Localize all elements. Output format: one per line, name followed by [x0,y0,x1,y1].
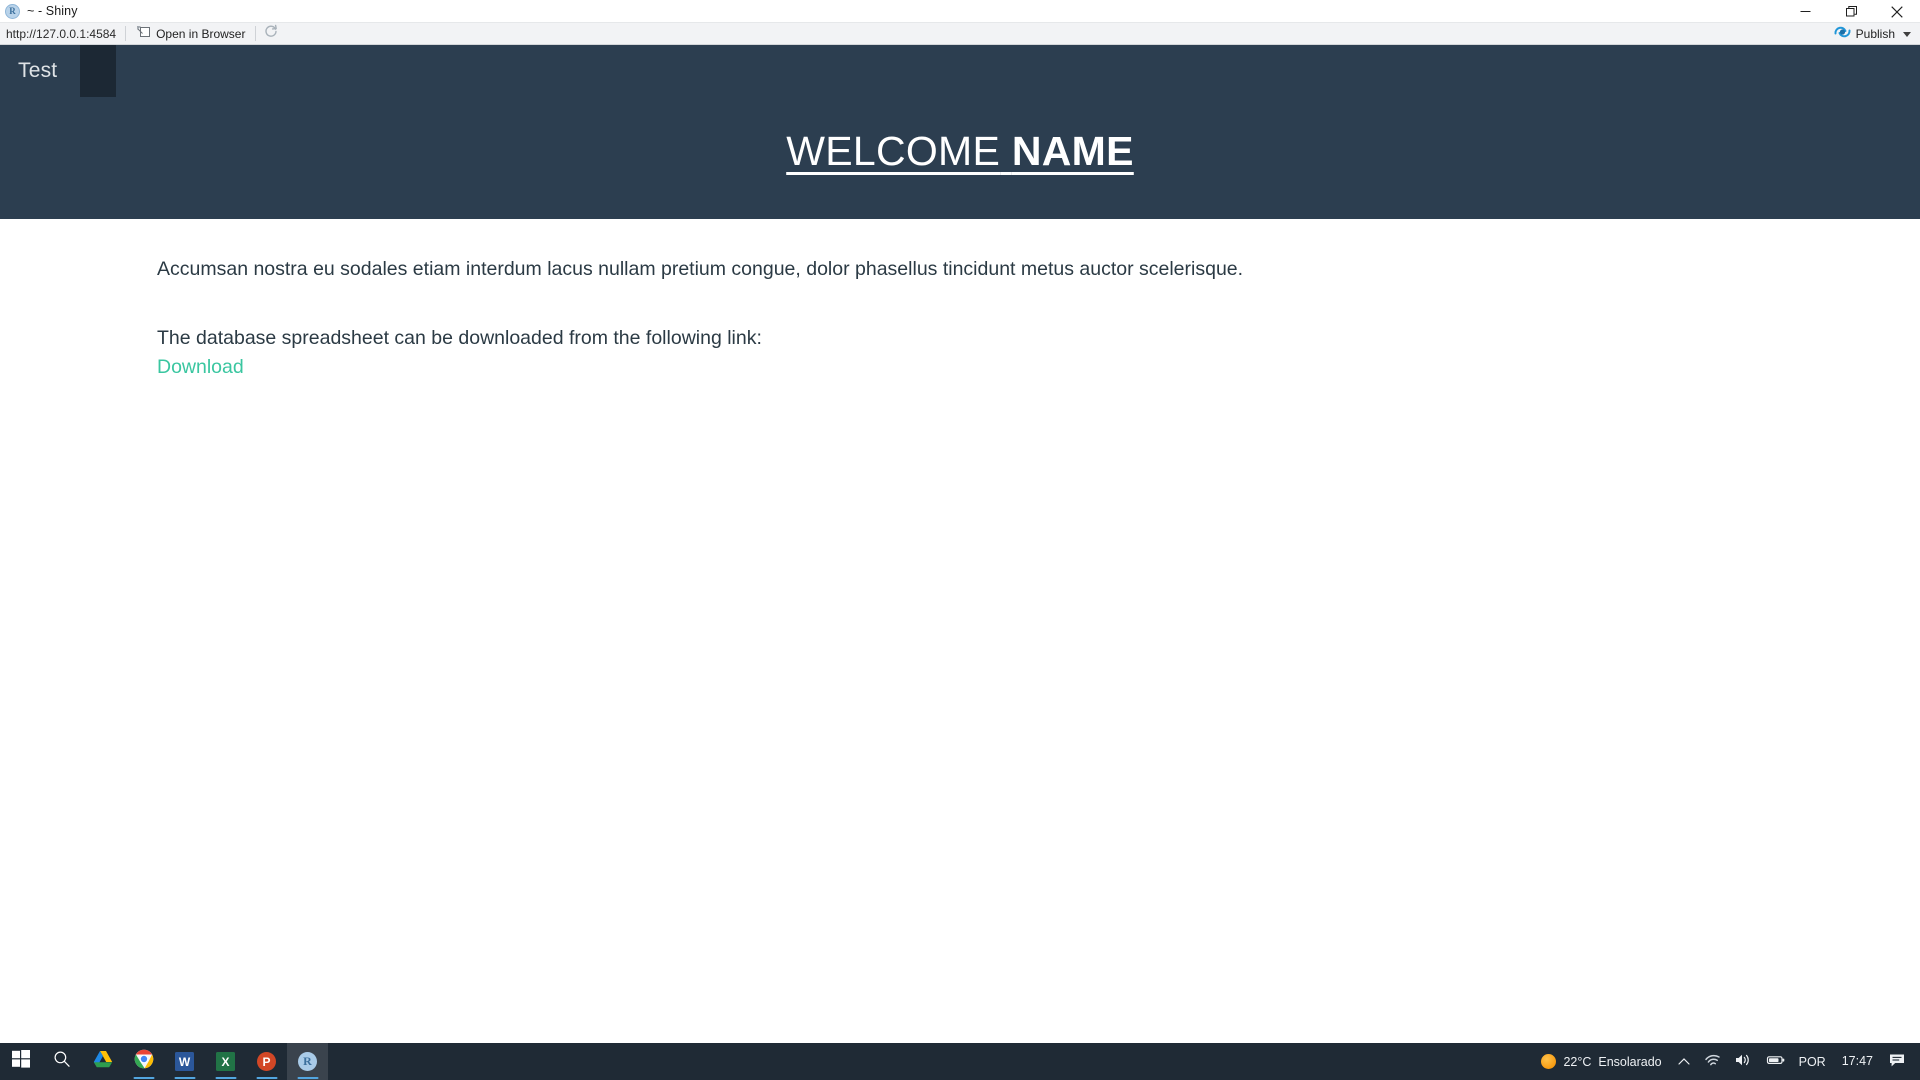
tray-overflow-button[interactable] [1671,1043,1697,1080]
battery-button[interactable] [1759,1043,1792,1080]
external-window-icon [136,25,151,43]
volume-button[interactable] [1728,1043,1759,1080]
search-icon [53,1050,71,1073]
running-indicator [133,1076,154,1079]
taskbar-item-microsoft-powerpoint[interactable]: P [246,1043,287,1080]
windows-taskbar: W X P R 22°C Ensolarado POR 17:47 [0,1043,1920,1080]
google-drive-icon [93,1050,113,1073]
running-indicator [256,1076,277,1079]
network-button[interactable] [1697,1043,1728,1080]
open-in-browser-button[interactable]: Open in Browser [126,23,255,45]
refresh-icon [264,24,278,43]
window-controls [1782,0,1920,23]
notification-icon [1889,1053,1905,1071]
refresh-button[interactable] [256,23,286,45]
close-button[interactable] [1874,0,1920,23]
chevron-down-icon[interactable] [1903,31,1911,37]
running-indicator [174,1076,195,1079]
download-prompt: The database spreadsheet can be download… [157,327,762,350]
sun-icon [1541,1054,1557,1069]
taskbar-item-microsoft-excel[interactable]: X [205,1043,246,1080]
publish-label: Publish [1855,27,1895,41]
shiny-app-page: Test WELCOME NAME Accumsan nostra eu sod… [0,45,1920,1080]
search-button[interactable] [41,1043,82,1080]
taskbar-item-microsoft-word[interactable]: W [164,1043,205,1080]
system-tray: 22°C Ensolarado POR 17:47 [1534,1043,1920,1080]
taskbar-item-rstudio[interactable]: R [287,1043,328,1080]
speaker-icon [1735,1053,1752,1070]
taskbar-item-google-drive[interactable] [82,1043,123,1080]
publish-icon [1834,25,1851,44]
chrome-icon [134,1049,154,1074]
chevron-up-icon [1678,1055,1690,1069]
clock[interactable]: 17:47 [1833,1043,1882,1080]
main-content: Accumsan nostra eu sodales etiam interdu… [0,219,1920,381]
notifications-button[interactable] [1882,1043,1912,1080]
taskbar-item-google-chrome[interactable] [123,1043,164,1080]
running-indicator [215,1076,236,1079]
windows-logo-icon [11,1050,30,1073]
powerpoint-icon: P [257,1052,276,1071]
publish-control[interactable]: Publish [1834,23,1914,45]
excel-icon: X [216,1052,235,1071]
page-title: WELCOME NAME [0,131,1920,172]
title-bar: R ~ - Shiny [0,0,1920,23]
r-logo-icon: R [5,3,20,19]
app-navbar: Test WELCOME NAME [0,45,1920,219]
url-display[interactable]: http://127.0.0.1:4584 [0,23,125,45]
language-indicator[interactable]: POR [1792,1043,1833,1080]
word-icon: W [175,1052,194,1071]
taskbar-apps: W X P R [0,1043,328,1080]
open-in-browser-label: Open in Browser [156,26,246,41]
battery-icon [1766,1054,1785,1069]
rstudio-viewer-window: R ~ - Shiny http://127.0.0.1:4584 Open i… [0,0,1920,1080]
weather-widget[interactable]: 22°C Ensolarado [1534,1043,1670,1080]
running-indicator [297,1076,318,1079]
window-title: ~ - Shiny [27,4,78,18]
intro-paragraph: Accumsan nostra eu sodales etiam interdu… [157,258,1244,280]
minimize-button[interactable] [1782,0,1828,23]
start-button[interactable] [0,1043,41,1080]
weather-condition-label: Ensolarado [1598,1054,1662,1069]
maximize-button[interactable] [1828,0,1874,23]
temperature-label: 22°C [1563,1054,1592,1069]
name-word: NAME [1011,128,1134,174]
navbar-brand[interactable]: Test [18,59,57,83]
welcome-word: WELCOME [786,128,1001,174]
download-link[interactable]: Download [157,353,244,381]
r-logo-icon: R [298,1052,317,1071]
viewer-toolbar: http://127.0.0.1:4584 Open in Browser Pu… [0,23,1920,45]
navbar-active-tab[interactable] [80,45,116,97]
wifi-icon [1704,1053,1721,1070]
